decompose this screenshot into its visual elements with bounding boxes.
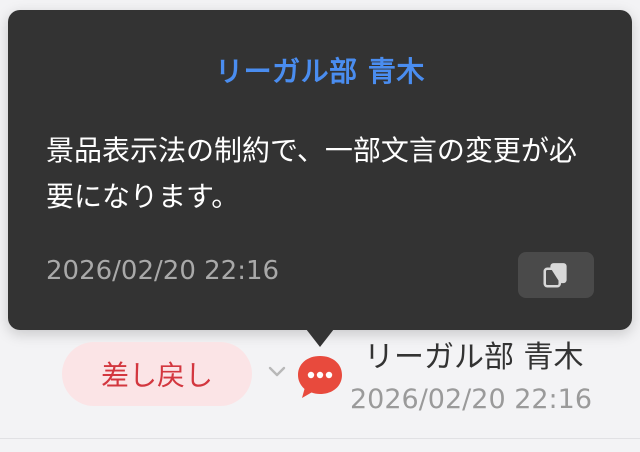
comment-timestamp: 2026/02/20 22:16 [350, 384, 593, 415]
chevron-down-icon[interactable] [264, 362, 290, 382]
popover-author-name: リーガル部 青木 [215, 55, 425, 88]
comment-author-name: リーガル部 青木 [364, 340, 584, 375]
popover-timestamp: 2026/02/20 22:16 [46, 256, 280, 286]
popover-pointer [306, 329, 334, 347]
copy-icon [543, 263, 567, 288]
popover-message-text: 景品表示法の制約で、一部文言の変更が必要になります。 [46, 134, 577, 213]
status-badge-returned[interactable]: 差し戻し [62, 342, 252, 406]
comment-thread-view: リーガル部 青木 景品表示法の制約で、一部文言の変更が必要になります。 2026… [0, 0, 640, 452]
copy-button[interactable] [518, 252, 594, 298]
row-divider [0, 438, 640, 439]
comment-popover: リーガル部 青木 景品表示法の制約で、一部文言の変更が必要になります。 2026… [8, 10, 632, 330]
chat-bubble-dots-icon[interactable] [294, 352, 346, 402]
